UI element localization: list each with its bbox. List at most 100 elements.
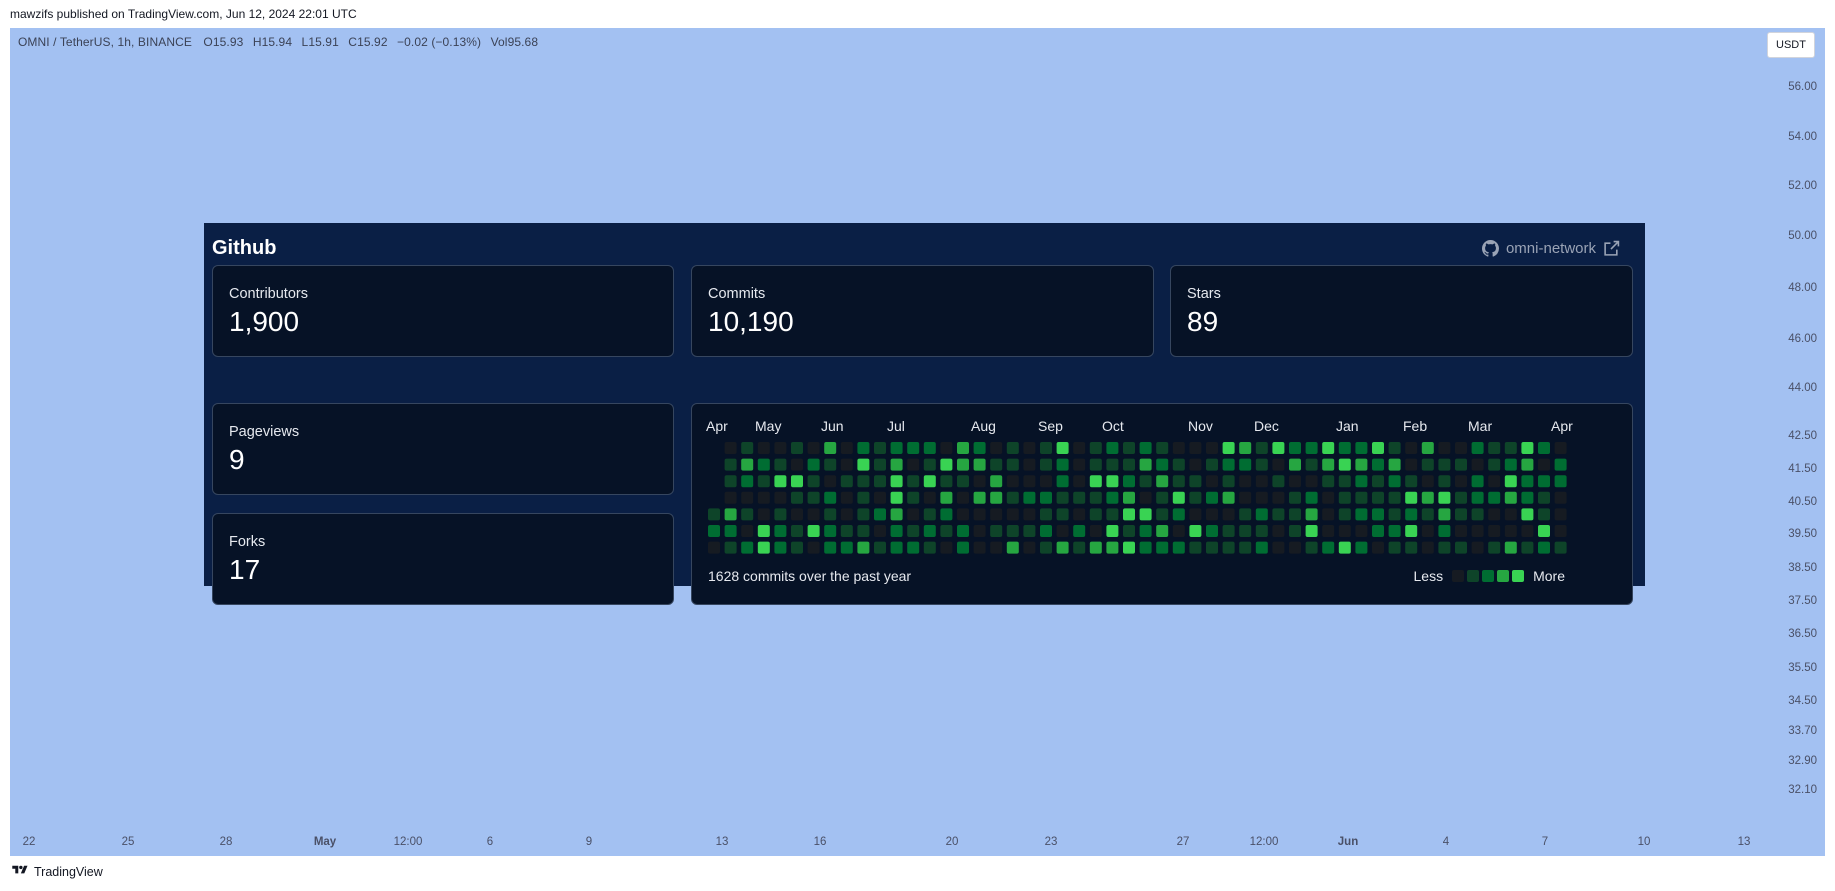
contribution-cell xyxy=(1438,491,1451,504)
contribution-cell xyxy=(923,525,936,537)
contribution-cell xyxy=(1222,525,1235,537)
contribution-cell xyxy=(1073,508,1086,521)
contribution-cell xyxy=(1189,525,1202,537)
github-icon xyxy=(1481,240,1499,257)
contribution-cell xyxy=(1289,458,1301,471)
contribution-cell xyxy=(957,491,969,504)
contribution-cell xyxy=(807,458,820,471)
contribution-cell xyxy=(791,508,803,521)
contribution-cell xyxy=(840,508,853,521)
contribution-cell xyxy=(791,525,803,537)
contribution-cell xyxy=(1521,491,1534,504)
forks-card: Forks 17 xyxy=(212,513,674,605)
contribution-cell xyxy=(791,458,803,471)
contribution-cell xyxy=(1040,442,1052,454)
contribution-cell xyxy=(1455,491,1467,504)
github-org-link[interactable]: omni-network xyxy=(1481,240,1620,257)
tradingview-brand[interactable]: TradingView xyxy=(10,864,103,879)
contribution-cell xyxy=(1421,475,1434,488)
contribution-cell xyxy=(1305,541,1318,554)
time-tick: 20 xyxy=(945,836,959,848)
contribution-cell xyxy=(1089,442,1102,454)
contribution-cell xyxy=(890,442,903,454)
contribution-cell xyxy=(1471,491,1484,504)
contribution-cell xyxy=(1554,442,1567,454)
contribution-cell xyxy=(1023,491,1036,504)
contribution-cell xyxy=(1322,458,1335,471)
contribution-cell xyxy=(1172,491,1185,504)
contribution-cell xyxy=(1123,508,1135,521)
contribution-cell xyxy=(1172,525,1185,537)
contribution-cell xyxy=(1471,508,1484,521)
contribution-cell xyxy=(1139,491,1152,504)
symbol-label[interactable]: OMNI / TetherUS, 1h, BINANCE xyxy=(18,35,192,49)
contribution-cell xyxy=(1538,458,1550,471)
price-tick: 41.50 xyxy=(1788,463,1817,475)
contribution-cell xyxy=(1455,508,1467,521)
contribution-cell xyxy=(1073,475,1086,488)
contribution-cell xyxy=(1521,442,1534,454)
contribution-cell xyxy=(807,508,820,521)
contribution-cell xyxy=(1156,442,1169,454)
contribution-cell xyxy=(1222,458,1235,471)
contribution-cell xyxy=(1139,475,1152,488)
contribution-cell xyxy=(1488,525,1501,537)
contribution-cell xyxy=(1438,525,1451,537)
contribution-cell xyxy=(1438,442,1451,454)
contribution-cell xyxy=(857,475,870,488)
contribution-cell xyxy=(857,525,870,537)
contribution-cell xyxy=(824,508,837,521)
contribution-cell xyxy=(874,491,886,504)
price-tick: 46.00 xyxy=(1788,333,1817,345)
contribution-cell xyxy=(1538,491,1550,504)
contribution-cell xyxy=(791,491,803,504)
contribution-cell xyxy=(1023,475,1036,488)
contribution-cell xyxy=(1388,475,1401,488)
contribution-cell xyxy=(1189,491,1202,504)
contribution-cell xyxy=(1372,442,1384,454)
contribution-cell xyxy=(1289,508,1301,521)
contribution-cell xyxy=(1338,475,1351,488)
contribution-cell xyxy=(1139,508,1152,521)
commits-card: Commits 10,190 xyxy=(691,265,1154,357)
contribution-cell xyxy=(1040,508,1052,521)
price-tick: 50.00 xyxy=(1788,230,1817,242)
contribution-cell xyxy=(1023,508,1036,521)
contributors-value: 1,900 xyxy=(229,306,300,337)
price-tick: 48.00 xyxy=(1788,282,1817,294)
legend-less: Less xyxy=(1413,568,1444,584)
legend-swatch-2 xyxy=(1482,570,1495,582)
contribution-cell xyxy=(973,508,986,521)
contribution-cell xyxy=(923,458,936,471)
price-axis[interactable]: 56.00 54.00 52.00 50.00 48.00 46.00 44.00 42.50… xyxy=(1765,28,1825,856)
contribution-cell xyxy=(1388,525,1401,537)
legend-swatch-4 xyxy=(1512,570,1525,582)
contribution-cell xyxy=(1538,475,1550,488)
contribution-cell xyxy=(1123,541,1135,554)
month-label: Jun xyxy=(821,418,844,434)
contribution-cell xyxy=(1255,442,1268,454)
contribution-cell xyxy=(1538,541,1550,554)
contribution-cell xyxy=(1073,442,1086,454)
contribution-cell xyxy=(973,491,986,504)
contribution-cell xyxy=(724,475,737,488)
contribution-cell xyxy=(1554,491,1567,504)
contribution-cell xyxy=(1056,525,1069,537)
contribution-grid xyxy=(708,442,1567,554)
contribution-cell xyxy=(1554,508,1567,521)
contribution-cell xyxy=(923,541,936,554)
contribution-cell xyxy=(1538,508,1550,521)
time-axis[interactable]: 22 25 28 May 12:00 6 9 13 16 20 23 27 12:00 Jun 4 7 10 13 xyxy=(10,832,1825,856)
contribution-cell xyxy=(1156,525,1169,537)
contribution-cell xyxy=(857,491,870,504)
commits-value: 10,190 xyxy=(708,306,794,337)
contribution-cell xyxy=(1322,508,1335,521)
contribution-cell xyxy=(1206,491,1218,504)
contribution-cell xyxy=(907,442,920,454)
contribution-cell xyxy=(1189,475,1202,488)
contribution-cell xyxy=(1438,541,1451,554)
contribution-cell xyxy=(923,442,936,454)
contribution-cell xyxy=(774,475,787,488)
contribution-cell xyxy=(840,458,853,471)
contribution-cell xyxy=(774,491,787,504)
